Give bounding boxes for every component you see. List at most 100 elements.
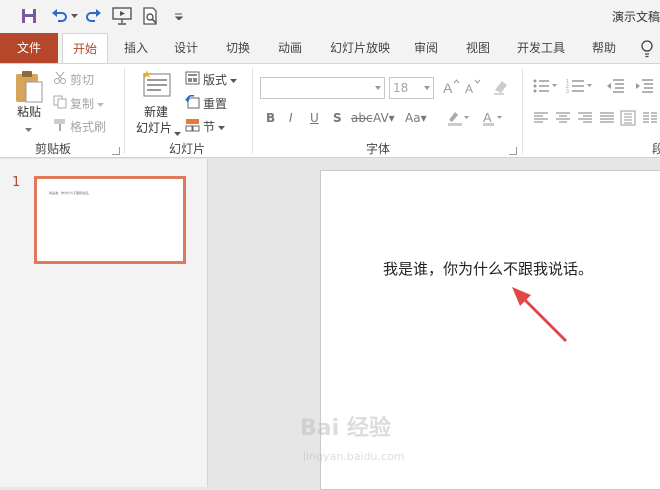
section-button[interactable]: 节 (185, 118, 226, 135)
paste-icon[interactable] (14, 70, 44, 107)
text-shadow-icon[interactable]: S (333, 111, 342, 125)
layout-dropdown-icon[interactable] (230, 73, 238, 87)
bullets-icon[interactable] (533, 78, 559, 97)
underline-icon[interactable]: U (310, 111, 319, 125)
svg-text:A: A (443, 80, 453, 96)
slide-thumbnail[interactable]: 我是谁，你为什么不跟我说话。 (34, 176, 186, 264)
baidu-watermark: Bai 经验 jingyan.baidu.com (300, 410, 440, 480)
new-slide-icon[interactable] (140, 68, 172, 103)
font-launcher-icon[interactable] (509, 147, 517, 155)
paste-dropdown-icon[interactable] (25, 122, 32, 136)
font-name-input[interactable] (260, 77, 385, 99)
customize-toolbar-icon[interactable] (174, 7, 184, 25)
annotation-arrow-icon (512, 287, 568, 343)
reset-label: 重置 (203, 97, 228, 111)
clipboard-launcher-icon[interactable] (112, 147, 120, 155)
format-painter-label: 格式刷 (70, 120, 107, 134)
distributed-icon[interactable] (620, 110, 636, 129)
section-dropdown-icon[interactable] (218, 120, 226, 134)
tab-slide-show[interactable]: 幻灯片放映 (322, 33, 398, 63)
tab-review[interactable]: 审阅 (406, 33, 446, 63)
lightbulb-icon[interactable] (640, 40, 654, 61)
clear-formatting-icon[interactable] (492, 78, 512, 99)
font-size-input[interactable]: 18 (389, 77, 434, 99)
change-case-icon[interactable]: Aa▾ (405, 111, 427, 125)
section-icon (185, 118, 200, 135)
svg-text:3: 3 (566, 89, 569, 94)
strikethrough-icon[interactable]: abc (351, 111, 373, 125)
ribbon-tabs: 文件 开始 插入 设计 切换 动画 幻灯片放映 审阅 视图 开发工具 帮助 (0, 33, 660, 64)
ribbon-separator (124, 68, 125, 154)
highlight-icon[interactable] (447, 110, 469, 129)
new-slide-button[interactable]: 幻灯片 (132, 120, 176, 136)
tab-help[interactable]: 帮助 (584, 33, 624, 63)
increase-indent-icon[interactable] (636, 78, 654, 97)
ribbon: 粘贴 剪切 复制 格式刷 剪贴板 新建 幻灯片 版式 重置 节 幻灯片 18 A… (0, 63, 660, 158)
slide-thumbnail-text: 我是谁，你为什么不跟我说话。 (49, 191, 92, 195)
ribbon-separator (252, 68, 253, 154)
character-spacing-icon[interactable]: AV▾ (373, 111, 395, 125)
quick-access-toolbar: 演示文稿 (0, 0, 660, 33)
layout-label: 版式 (203, 73, 228, 87)
tab-animations[interactable]: 动画 (270, 33, 310, 63)
clipboard-group-label: 剪贴板 (35, 142, 72, 156)
cut-button[interactable]: 剪切 (53, 71, 94, 88)
format-painter-icon (53, 118, 67, 135)
copy-label: 复制 (70, 97, 95, 111)
tab-developer[interactable]: 开发工具 (510, 33, 572, 63)
undo-dropdown-icon[interactable] (70, 7, 78, 25)
layout-button[interactable]: 版式 (185, 71, 238, 88)
slide-number: 1 (12, 175, 21, 190)
new-slide-dropdown-icon[interactable] (174, 126, 181, 140)
increase-font-size-icon[interactable]: A (442, 78, 460, 99)
cut-label: 剪切 (70, 73, 95, 87)
undo-icon[interactable] (50, 7, 70, 25)
justify-icon[interactable] (599, 111, 615, 128)
format-painter-button[interactable]: 格式刷 (53, 118, 106, 135)
svg-text:A: A (483, 110, 492, 125)
slides-group-label: 幻灯片 (169, 142, 206, 156)
columns-icon[interactable] (642, 110, 658, 129)
tab-design[interactable]: 设计 (166, 33, 206, 63)
window-title: 演示文稿 (612, 10, 660, 24)
ribbon-separator (522, 68, 523, 154)
decrease-indent-icon[interactable] (607, 78, 625, 97)
slide-thumbnail-pane[interactable]: 1 我是谁，你为什么不跟我说话。 (0, 159, 208, 487)
font-group-label: 字体 (366, 142, 391, 156)
save-icon[interactable] (20, 7, 38, 25)
paragraph-group-label: 段 (652, 142, 660, 156)
bold-icon[interactable]: B (266, 111, 275, 125)
redo-icon[interactable] (84, 7, 102, 25)
reset-icon (185, 94, 200, 112)
slide-text-box[interactable]: 我是谁，你为什么不跟我说话。 (383, 258, 593, 279)
new-slide-line1[interactable]: 新建 (136, 104, 176, 120)
watermark-logo: Bai 经验 (300, 416, 391, 441)
copy-icon (53, 95, 67, 112)
font-name-dropdown-icon[interactable] (375, 86, 381, 90)
tab-view[interactable]: 视图 (458, 33, 498, 63)
tab-transitions[interactable]: 切换 (218, 33, 258, 63)
font-size-dropdown-icon[interactable] (424, 86, 430, 90)
reset-button[interactable]: 重置 (185, 94, 228, 112)
decrease-font-size-icon[interactable]: A (464, 78, 482, 99)
present-from-beginning-icon[interactable] (112, 7, 132, 25)
section-label: 节 (203, 120, 216, 134)
copy-dropdown-icon[interactable] (97, 97, 105, 111)
numbering-icon[interactable]: 123 (566, 78, 594, 97)
font-size-value: 18 (393, 81, 409, 95)
align-right-icon[interactable] (577, 111, 593, 128)
font-color-icon[interactable]: A (482, 110, 504, 129)
copy-button[interactable]: 复制 (53, 95, 105, 112)
align-left-icon[interactable] (533, 111, 549, 128)
tab-insert[interactable]: 插入 (116, 33, 156, 63)
paste-button[interactable]: 粘贴 (14, 104, 44, 120)
tab-file[interactable]: 文件 (0, 33, 58, 63)
watermark-url: jingyan.baidu.com (303, 450, 405, 463)
tab-home[interactable]: 开始 (62, 33, 108, 64)
layout-icon (185, 71, 200, 88)
italic-icon[interactable]: I (289, 111, 293, 125)
print-preview-icon[interactable] (142, 7, 160, 25)
scissors-icon (53, 71, 67, 88)
align-center-icon[interactable] (555, 111, 571, 128)
svg-text:A: A (465, 82, 473, 96)
